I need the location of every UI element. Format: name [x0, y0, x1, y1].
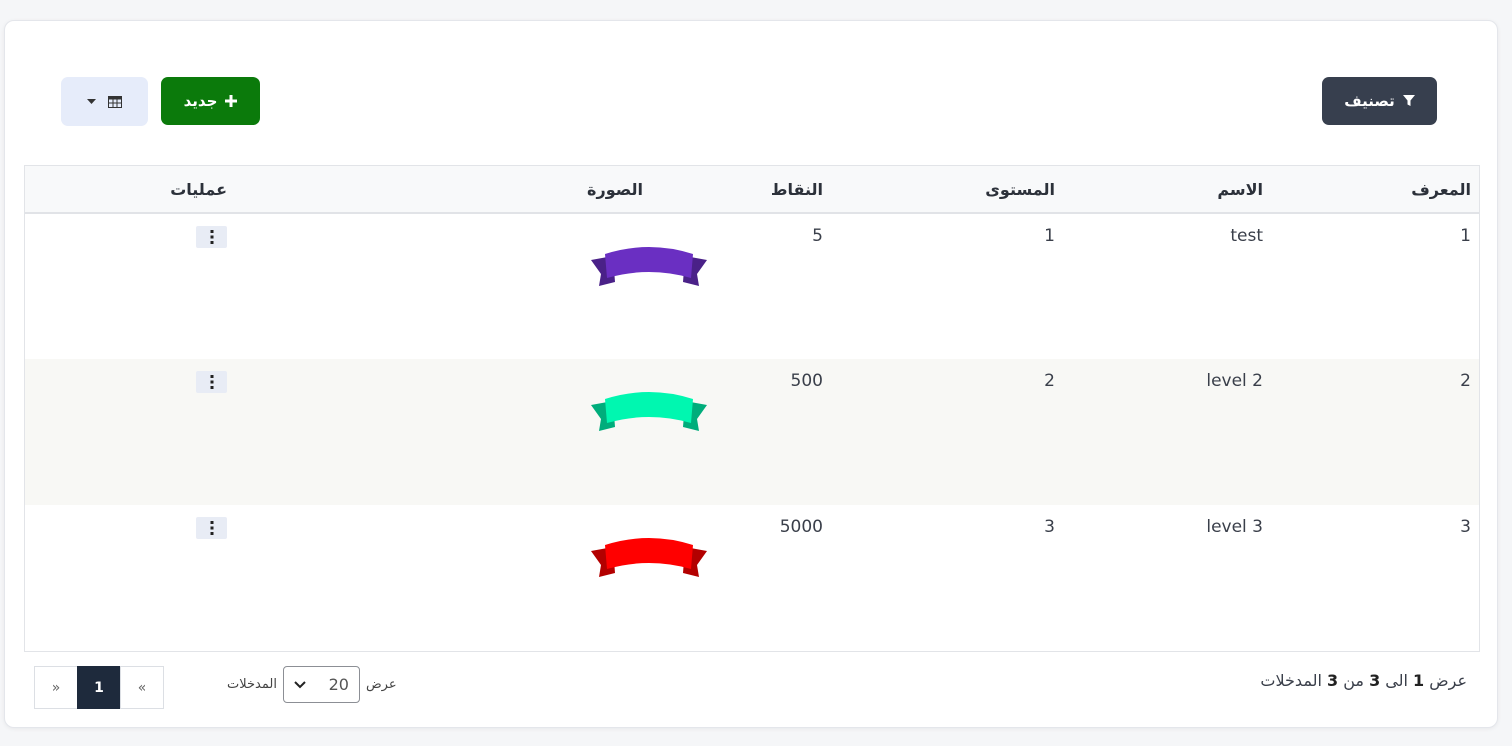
- ribbon-shape: [605, 247, 693, 278]
- pager-prev-button[interactable]: «: [120, 666, 164, 709]
- cell-name: level 2: [1206, 371, 1263, 391]
- info-of-word: من: [1343, 671, 1364, 690]
- info-to: 3: [1369, 671, 1381, 690]
- pager-next-button[interactable]: »: [34, 666, 78, 709]
- cell-actions: [25, 213, 237, 359]
- page-length-select[interactable]: 20: [282, 666, 360, 703]
- cell-name: level 3: [1206, 517, 1263, 537]
- table-row: 1 test 1 5: [25, 213, 1479, 359]
- cell-actions: [25, 359, 237, 505]
- cell-actions: [25, 505, 237, 651]
- filter-icon: [1402, 95, 1415, 106]
- cell-id: 3: [1460, 517, 1471, 537]
- ribbon-image: [591, 247, 707, 286]
- ribbon-image: [591, 392, 707, 431]
- add-new-button-label: جديد: [183, 92, 218, 110]
- filter-button[interactable]: تصنيف: [1322, 77, 1437, 125]
- add-new-button[interactable]: جديد: [161, 77, 260, 125]
- pager-page-1[interactable]: 1: [77, 666, 121, 709]
- columns-toggle-button[interactable]: [61, 77, 148, 126]
- ribbon-shape: [605, 538, 693, 569]
- cell-image: [237, 505, 707, 651]
- info-from: 1: [1413, 671, 1425, 690]
- table-row: 2 level 2 2 500: [25, 359, 1479, 505]
- more-vertical-icon: [210, 375, 213, 389]
- cell-level: 1: [1044, 226, 1055, 246]
- info-to-word: الى: [1385, 671, 1408, 690]
- header-name[interactable]: الاسم: [1065, 166, 1273, 213]
- ribbon-shape: [605, 392, 693, 423]
- row-actions-menu-button[interactable]: [196, 517, 227, 539]
- cell-level: 3: [1044, 517, 1055, 537]
- info-prefix: عرض: [1429, 671, 1467, 690]
- header-level[interactable]: المستوى: [833, 166, 1065, 213]
- table-info: عرض 1 الى 3 من 3 المدخلات: [1260, 671, 1467, 690]
- cell-id: 2: [1460, 371, 1471, 391]
- info-suffix: المدخلات: [1260, 671, 1322, 690]
- more-vertical-icon: [210, 521, 213, 535]
- cell-id: 1: [1460, 226, 1471, 246]
- pagination: » 1 «: [34, 666, 164, 709]
- table-header-row: المعرف الاسم المستوى النقاط الصورة عمليا…: [25, 166, 1479, 213]
- row-actions-menu-button[interactable]: [196, 371, 227, 393]
- chevron-down-icon: [294, 680, 306, 688]
- page-length-control: عرض 20 المدخلات: [227, 666, 397, 703]
- cell-image: [237, 359, 707, 505]
- chevron-down-icon: [87, 98, 96, 104]
- table-row: 3 level 3 3 5000: [25, 505, 1479, 651]
- length-show-label: عرض: [365, 677, 397, 692]
- table-icon: [108, 95, 122, 108]
- cell-image: [237, 213, 707, 359]
- more-vertical-icon: [210, 230, 213, 244]
- levels-table: المعرف الاسم المستوى النقاط الصورة عمليا…: [24, 165, 1480, 652]
- cell-name: test: [1230, 226, 1263, 246]
- header-id[interactable]: المعرف: [1273, 166, 1479, 213]
- filter-button-label: تصنيف: [1344, 92, 1395, 110]
- info-total: 3: [1326, 671, 1339, 690]
- row-actions-menu-button[interactable]: [196, 226, 227, 248]
- ribbon-image: [591, 538, 707, 577]
- plus-icon: [225, 95, 238, 107]
- length-entries-label: المدخلات: [227, 677, 277, 692]
- header-image[interactable]: الصورة: [237, 166, 653, 213]
- page-length-value: 20: [328, 675, 349, 694]
- header-actions: عمليات: [170, 179, 227, 199]
- header-points[interactable]: النقاط: [653, 166, 833, 213]
- main-card: تصنيف جديد المعرف الاسم المستوى النقاط ا…: [4, 20, 1498, 728]
- cell-level: 2: [1044, 371, 1055, 391]
